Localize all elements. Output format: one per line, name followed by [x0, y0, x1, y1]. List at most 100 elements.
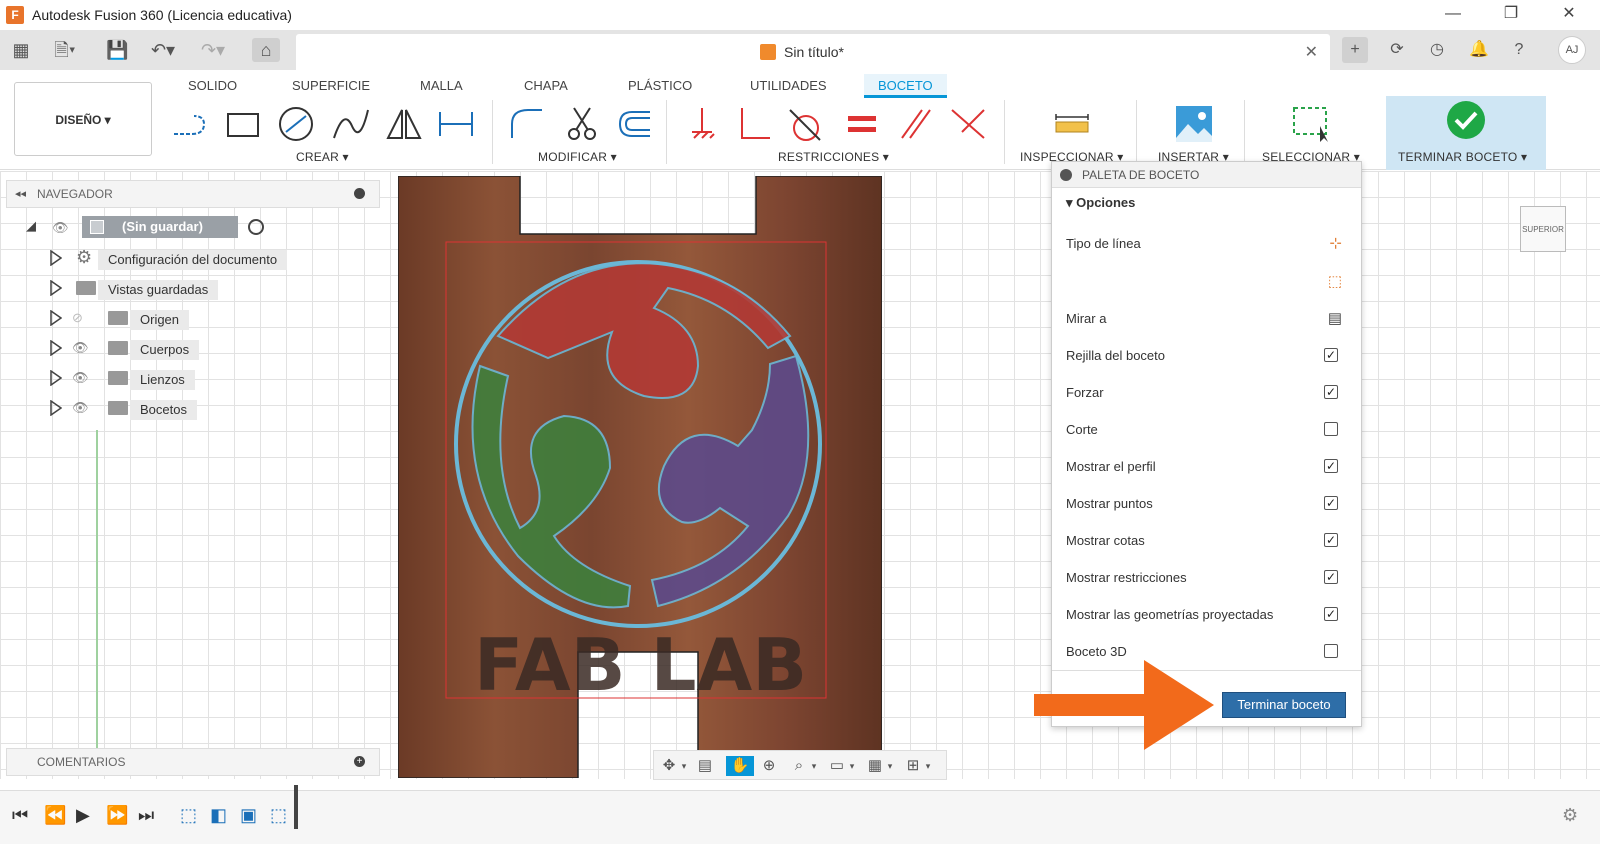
display-settings-icon[interactable]: ▭ — [826, 756, 848, 776]
tab-boceto[interactable]: BOCETO — [864, 74, 947, 98]
palette-row-show-projected[interactable]: Mostrar las geometrías proyectadas ✓ — [1066, 603, 1356, 627]
extensions-icon[interactable]: ⟳ — [1384, 37, 1410, 63]
maximize-button[interactable]: ❐ — [1488, 0, 1534, 30]
sketch-sheet[interactable]: FAB LAB — [398, 176, 882, 778]
home-icon[interactable]: ⌂ — [252, 38, 280, 62]
file-menu-icon[interactable]: 🗎▾ — [50, 38, 80, 62]
palette-row-line-type[interactable]: Tipo de línea ⊹ — [1066, 232, 1356, 256]
viewcube[interactable]: SUPERIOR — [1520, 206, 1566, 252]
finish-sketch-check-icon[interactable] — [1446, 100, 1486, 140]
look-at-nav-icon[interactable]: ▤ — [694, 756, 716, 776]
visibility-eye-icon[interactable]: 👁 — [72, 340, 89, 356]
timeline-settings-gear-icon[interactable]: ⚙ — [1562, 805, 1578, 826]
group-modificar-label[interactable]: MODIFICAR ▾ — [538, 150, 617, 164]
timeline-marker[interactable] — [294, 785, 298, 829]
step-back-icon[interactable]: ⏪ — [44, 805, 66, 826]
tree-item[interactable]: ⊘ Origen — [50, 306, 350, 330]
document-tab[interactable]: Sin título* ✕ — [296, 34, 1330, 70]
tree-item[interactable]: ⚙ Configuración del documento — [50, 246, 350, 270]
palette-row-show-dimensions[interactable]: Mostrar cotas ✓ — [1066, 529, 1356, 553]
go-to-start-icon[interactable]: ⏮ — [12, 805, 28, 826]
equal-constraint-icon[interactable] — [842, 104, 882, 144]
palette-row-sketch-grid[interactable]: Rejilla del boceto ✓ — [1066, 344, 1356, 368]
tab-plastico[interactable]: PLÁSTICO — [614, 74, 706, 98]
tree-item[interactable]: 👁 Cuerpos — [50, 336, 350, 360]
close-button[interactable]: ✕ — [1546, 0, 1592, 30]
expand-triangle-icon[interactable] — [50, 280, 62, 296]
visibility-eye-icon[interactable]: 👁 — [72, 370, 89, 386]
activate-radio-icon[interactable] — [248, 219, 264, 235]
3d-sketch-checkbox[interactable] — [1324, 644, 1338, 658]
fit-dropdown-icon[interactable]: ▾ — [808, 756, 820, 776]
coincident-constraint-icon[interactable] — [948, 104, 988, 144]
palette-row-snap[interactable]: Forzar ✓ — [1066, 381, 1356, 405]
palette-row-centerline[interactable]: ⬚ — [1066, 270, 1356, 294]
look-at-icon[interactable]: ▤ — [1328, 309, 1342, 327]
pan-hand-icon[interactable]: ✋ — [726, 756, 754, 776]
finish-sketch-button[interactable]: Terminar boceto — [1222, 692, 1346, 718]
visibility-eye-icon[interactable]: 👁 — [52, 220, 69, 236]
collapse-panel-icon[interactable]: ◂◂ — [15, 187, 26, 200]
expand-triangle-icon[interactable] — [50, 250, 62, 266]
fillet-tool-icon[interactable] — [506, 104, 546, 144]
workspace-design-dropdown[interactable]: DISEÑO ▾ — [14, 82, 152, 156]
notifications-bell-icon[interactable]: 🔔 — [1466, 37, 1492, 63]
go-to-end-icon[interactable]: ⏭ — [138, 805, 154, 826]
mirror-tool-icon[interactable] — [384, 104, 424, 144]
step-forward-icon[interactable]: ⏩ — [106, 805, 128, 826]
grid-settings-icon[interactable]: ▦ — [864, 756, 886, 776]
visibility-eye-icon[interactable]: 👁 — [72, 400, 89, 416]
palette-row-show-profile[interactable]: Mostrar el perfil ✓ — [1066, 455, 1356, 479]
palette-row-look-at[interactable]: Mirar a ▤ — [1066, 307, 1356, 331]
show-profile-checkbox[interactable]: ✓ — [1324, 459, 1338, 473]
sketch-grid-checkbox[interactable]: ✓ — [1324, 348, 1338, 362]
palette-header[interactable]: PALETA DE BOCETO — [1052, 162, 1361, 188]
dimension-tool-icon[interactable] — [436, 104, 476, 144]
play-icon[interactable]: ▶ — [76, 805, 90, 826]
timeline-sketch-icon[interactable]: ⬚ — [180, 805, 197, 826]
circle-tool-icon[interactable] — [276, 104, 316, 144]
display-dropdown-icon[interactable]: ▾ — [846, 756, 858, 776]
grid-dropdown-icon[interactable]: ▾ — [884, 756, 896, 776]
expand-triangle-icon[interactable] — [50, 400, 62, 416]
data-panel-grid-icon[interactable]: ▦ — [10, 38, 32, 62]
fit-icon[interactable]: ⌕ — [788, 756, 810, 776]
comments-panel-header[interactable]: COMENTARIOS + — [6, 748, 380, 776]
group-crear-label[interactable]: CREAR ▾ — [296, 150, 349, 164]
tab-superficie[interactable]: SUPERFICIE — [278, 74, 384, 98]
job-status-clock-icon[interactable]: ◷ — [1424, 37, 1450, 63]
expand-triangle-icon[interactable] — [50, 310, 62, 326]
rectangle-tool-icon[interactable] — [222, 104, 262, 144]
undo-icon[interactable]: ↶▾ — [146, 38, 180, 62]
palette-row-slice[interactable]: Corte — [1066, 418, 1356, 442]
tab-malla[interactable]: MALLA — [406, 74, 477, 98]
redo-icon[interactable]: ↷▾ — [196, 38, 230, 62]
line-tool-icon[interactable] — [170, 104, 210, 144]
orbit-dropdown-icon[interactable]: ▾ — [678, 756, 690, 776]
parallel-constraint-icon[interactable] — [896, 104, 936, 144]
slice-checkbox[interactable] — [1324, 422, 1338, 436]
tab-chapa[interactable]: CHAPA — [510, 74, 582, 98]
palette-row-show-points[interactable]: Mostrar puntos ✓ — [1066, 492, 1356, 516]
measure-ruler-icon[interactable] — [1052, 104, 1092, 144]
hidden-eye-icon[interactable]: ⊘ — [72, 310, 83, 326]
orbit-icon[interactable]: ✥ — [658, 756, 680, 776]
offset-tool-icon[interactable] — [614, 104, 654, 144]
spline-tool-icon[interactable] — [330, 104, 370, 144]
perpendicular-constraint-icon[interactable] — [734, 104, 774, 144]
comments-plus-icon[interactable]: + — [354, 756, 365, 767]
tab-solido[interactable]: SOLIDO — [174, 74, 251, 98]
snap-checkbox[interactable]: ✓ — [1324, 385, 1338, 399]
show-points-checkbox[interactable]: ✓ — [1324, 496, 1338, 510]
trim-scissors-icon[interactable] — [562, 104, 602, 144]
help-question-icon[interactable]: ? — [1506, 37, 1532, 63]
zoom-icon[interactable]: ⊕ — [758, 756, 780, 776]
timeline-component-icon[interactable]: ◧ — [210, 805, 227, 826]
select-window-icon[interactable] — [1292, 104, 1332, 144]
user-avatar[interactable]: AJ — [1558, 36, 1586, 64]
tree-root-row[interactable]: ◢ 👁 (Sin guardar) — [26, 216, 266, 240]
viewports-icon[interactable]: ⊞ — [902, 756, 924, 776]
group-restricciones-label[interactable]: RESTRICCIONES ▾ — [778, 150, 889, 164]
expand-triangle-icon[interactable] — [50, 370, 62, 386]
tangent-constraint-icon[interactable] — [786, 104, 826, 144]
